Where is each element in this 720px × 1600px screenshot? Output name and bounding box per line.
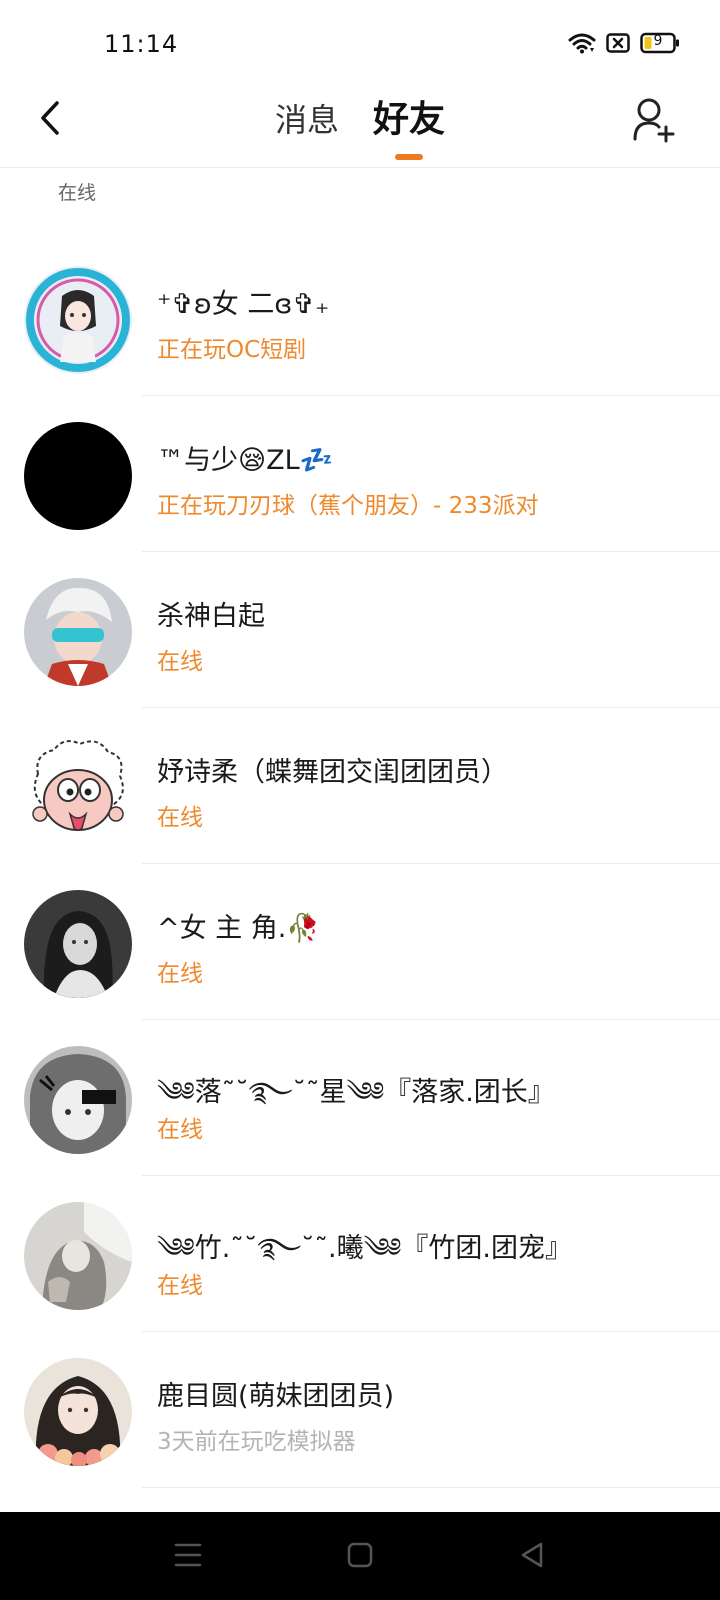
friend-row[interactable]: ⁺✞ʚ女 二ɞ✞₊ 正在玩OC短剧 <box>0 240 720 396</box>
status-time: 11:14 <box>104 30 179 58</box>
active-tab-indicator <box>395 154 423 160</box>
friend-status: 正在玩刀刃球（蕉个朋友）- 233派对 <box>157 493 539 519</box>
tab-messages[interactable]: 消息 <box>275 98 339 148</box>
avatar[interactable] <box>24 578 132 686</box>
friend-row[interactable]: 妤诗柔（蝶舞团交闺团团员） 在线 <box>0 708 720 864</box>
wifi-icon <box>568 32 596 54</box>
header: 消息 好友 <box>0 84 720 168</box>
friend-name: ™与少😪ZL💤 <box>157 445 334 476</box>
friend-row[interactable]: ™与少😪ZL💤 正在玩刀刃球（蕉个朋友）- 233派对 <box>0 396 720 552</box>
friend-name: ⁺✞ʚ女 二ɞ✞₊ <box>157 289 330 320</box>
friend-row[interactable]: 鹿目圆(萌妹团团员) 3天前在玩吃模拟器 <box>0 1332 720 1488</box>
avatar[interactable] <box>24 266 132 374</box>
friend-name: ༄༅竹.˜˘࿐˘˜.曦༄༅『竹团.团宠』 <box>157 1233 572 1264</box>
status-bar: 11:14 9 <box>0 0 720 84</box>
section-label-online: 在线 <box>58 182 97 204</box>
home-icon <box>347 1542 373 1572</box>
add-user-icon <box>632 97 676 147</box>
friend-status: 在线 <box>157 805 203 831</box>
recent-apps-button[interactable] <box>168 1540 208 1574</box>
menu-icon <box>174 1542 202 1572</box>
sim-blocked-icon <box>606 33 630 53</box>
divider <box>142 1487 720 1488</box>
friend-status: 在线 <box>157 1273 203 1299</box>
friend-list: ⁺✞ʚ女 二ɞ✞₊ 正在玩OC短剧 ™与少😪ZL💤 正在玩刀刃球（蕉个朋友）- … <box>0 240 720 1488</box>
friend-status: 3天前在玩吃模拟器 <box>157 1429 356 1455</box>
friend-status: 在线 <box>157 1117 203 1143</box>
avatar[interactable] <box>24 1046 132 1154</box>
friend-row[interactable]: ༄༅竹.˜˘࿐˘˜.曦༄༅『竹团.团宠』 在线 <box>0 1176 720 1332</box>
friend-row[interactable]: ༄༅落˜˘࿐˘˜星༄༅『落家.团长』 在线 <box>0 1020 720 1176</box>
battery-icon: 9 <box>640 32 680 54</box>
back-triangle-icon <box>519 1541 545 1573</box>
avatar[interactable] <box>24 422 132 530</box>
friend-name: 鹿目圆(萌妹团团员) <box>157 1381 395 1412</box>
avatar[interactable] <box>24 734 132 842</box>
friend-row[interactable]: 杀神白起 在线 <box>0 552 720 708</box>
friend-name: ^女 主 角.🥀 <box>157 913 320 944</box>
tab-friends[interactable]: 好友 <box>373 98 446 160</box>
tab-label: 好友 <box>373 99 446 140</box>
tab-label: 消息 <box>274 101 339 139</box>
system-nav-bar <box>0 1512 720 1600</box>
friend-row[interactable]: ^女 主 角.🥀 在线 <box>0 864 720 1020</box>
friend-name: 杀神白起 <box>157 601 265 632</box>
avatar[interactable] <box>24 890 132 998</box>
add-friend-button[interactable] <box>628 96 680 148</box>
status-icons: 9 <box>568 32 680 54</box>
friend-status: 在线 <box>157 961 203 987</box>
friend-name: 妤诗柔（蝶舞团交闺团团员） <box>157 757 508 788</box>
avatar[interactable] <box>24 1358 132 1466</box>
friend-status: 在线 <box>157 649 203 675</box>
tab-bar: 消息 好友 <box>0 98 720 160</box>
friend-name: ༄༅落˜˘࿐˘˜星༄༅『落家.团长』 <box>157 1077 555 1108</box>
system-back-button[interactable] <box>512 1540 552 1574</box>
home-button[interactable] <box>340 1540 380 1574</box>
friend-status: 正在玩OC短剧 <box>157 337 307 363</box>
battery-level: 9 <box>653 33 663 49</box>
avatar[interactable] <box>24 1202 132 1310</box>
